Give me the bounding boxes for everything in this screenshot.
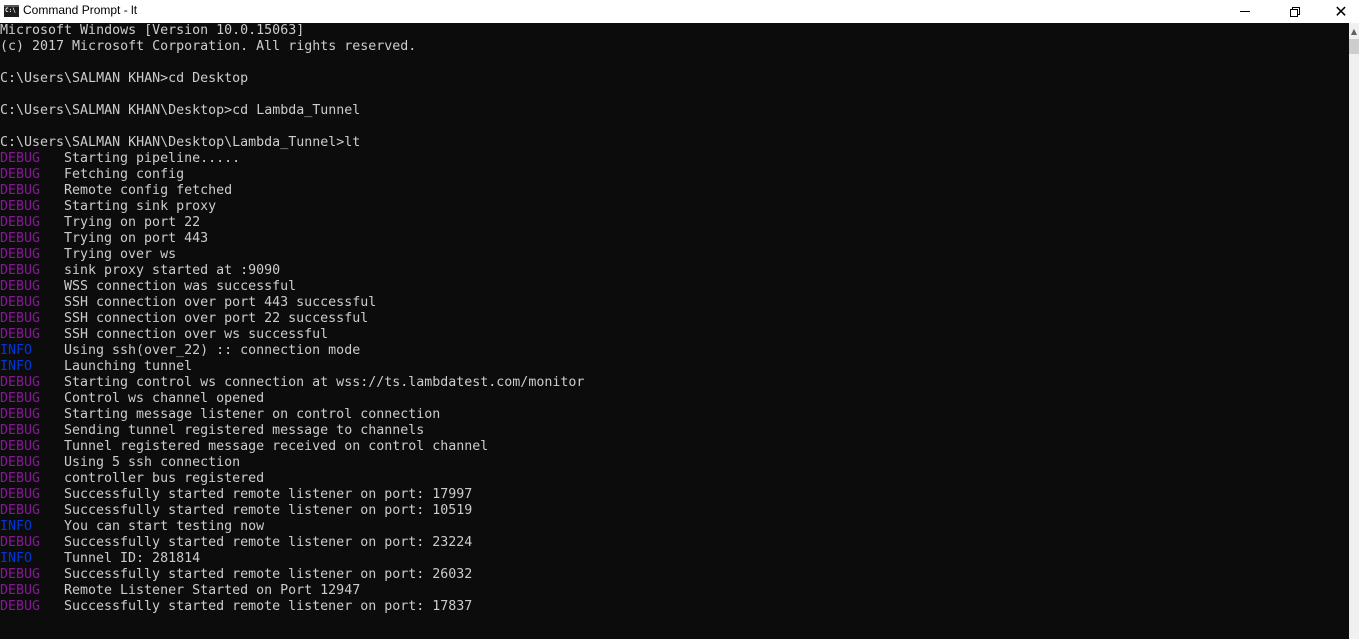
window-title: Command Prompt - lt — [23, 3, 138, 17]
console-output[interactable]: Microsoft Windows [Version 10.0.15063] (… — [0, 23, 1349, 639]
log-message: WSS connection was successful — [64, 279, 297, 294]
log-message: Trying on port 443 — [64, 231, 209, 246]
console-header-line: Microsoft Windows [Version 10.0.15063] — [0, 23, 305, 38]
log-message: Successfully started remote listener on … — [64, 567, 473, 582]
log-level-debug: DEBUG — [0, 375, 41, 390]
log-message: Sending tunnel registered message to cha… — [64, 423, 425, 438]
log-message: Tunnel ID: 281814 — [64, 551, 201, 566]
log-message: Remote config fetched — [64, 183, 233, 198]
log-level-debug: DEBUG — [0, 455, 41, 470]
close-icon: ✕ — [1334, 1, 1348, 21]
command-line: C:\Users\SALMAN KHAN>cd Desktop — [0, 71, 248, 87]
log-level-debug: DEBUG — [0, 231, 41, 246]
close-button[interactable]: ✕ — [1318, 0, 1359, 23]
log-message: Successfully started remote listener on … — [64, 503, 473, 518]
log-level-debug: DEBUG — [0, 503, 41, 518]
log-level-debug: DEBUG — [0, 327, 41, 342]
log-message: Starting control ws connection at wss://… — [64, 375, 585, 390]
vertical-scrollbar[interactable]: ▲ — [1349, 23, 1359, 639]
cmd-app-icon[interactable]: C:\ — [4, 5, 19, 17]
log-message: Starting sink proxy — [64, 199, 217, 214]
log-level-debug: DEBUG — [0, 471, 41, 486]
log-level-debug: DEBUG — [0, 167, 41, 182]
log-message: Starting pipeline..... — [64, 151, 241, 166]
log-message: Successfully started remote listener on … — [64, 535, 473, 550]
log-level-info: INFO — [0, 519, 33, 534]
scroll-thumb[interactable] — [1349, 39, 1359, 54]
log-message: Control ws channel opened — [64, 391, 265, 406]
log-level-debug: DEBUG — [0, 407, 41, 422]
log-level-info: INFO — [0, 359, 33, 374]
log-level-debug: DEBUG — [0, 583, 41, 598]
log-level-debug: DEBUG — [0, 535, 41, 550]
log-level-debug: DEBUG — [0, 391, 41, 406]
log-message: Using ssh(over_22) :: connection mode — [64, 343, 361, 358]
log-message: Trying on port 22 — [64, 215, 201, 230]
log-message: SSH connection over ws successful — [64, 327, 329, 342]
log-message: sink proxy started at :9090 — [64, 263, 281, 278]
console-header-line: (c) 2017 Microsoft Corporation. All righ… — [0, 39, 417, 54]
log-message: Tunnel registered message received on co… — [64, 439, 489, 454]
restore-button[interactable] — [1272, 0, 1318, 23]
prompt: C:\Users\SALMAN KHAN\Desktop\Lambda_Tunn… — [0, 135, 345, 150]
log-level-debug: DEBUG — [0, 183, 41, 198]
log-message: SSH connection over port 22 successful — [64, 311, 369, 326]
log-message: Successfully started remote listener on … — [64, 599, 473, 614]
log-message: Remote Listener Started on Port 12947 — [64, 583, 361, 598]
log-level-debug: DEBUG — [0, 311, 41, 326]
log-level-debug: DEBUG — [0, 439, 41, 454]
log-level-debug: DEBUG — [0, 215, 41, 230]
log-level-debug: DEBUG — [0, 247, 41, 262]
log-message: Successfully started remote listener on … — [64, 487, 473, 502]
command-prompt-window: C:\ Command Prompt - lt ✕ Microsoft Wind… — [0, 0, 1359, 639]
log-message: Using 5 ssh connection — [64, 455, 241, 470]
command-text: cd Desktop — [168, 71, 249, 86]
scroll-up-arrow-icon[interactable]: ▲ — [1349, 23, 1359, 39]
command-line: C:\Users\SALMAN KHAN\Desktop\Lambda_Tunn… — [0, 135, 360, 151]
restore-icon — [1290, 6, 1300, 17]
log-message: Fetching config — [64, 167, 185, 182]
log-level-debug: DEBUG — [0, 279, 41, 294]
log-level-debug: DEBUG — [0, 599, 41, 614]
log-message: Launching tunnel — [64, 359, 193, 374]
title-bar[interactable]: C:\ Command Prompt - lt ✕ — [0, 0, 1359, 23]
log-level-info: INFO — [0, 343, 33, 358]
command-line: C:\Users\SALMAN KHAN\Desktop>cd Lambda_T… — [0, 103, 360, 119]
log-level-debug: DEBUG — [0, 151, 41, 166]
log-level-info: INFO — [0, 551, 33, 566]
prompt: C:\Users\SALMAN KHAN> — [0, 71, 169, 86]
log-message: Starting message listener on control con… — [64, 407, 441, 422]
log-level-debug: DEBUG — [0, 423, 41, 438]
log-message: You can start testing now — [64, 519, 265, 534]
log-level-debug: DEBUG — [0, 199, 41, 214]
log-level-debug: DEBUG — [0, 263, 41, 278]
minimize-button[interactable] — [1222, 0, 1268, 23]
log-message: Trying over ws — [64, 247, 177, 262]
prompt: C:\Users\SALMAN KHAN\Desktop> — [0, 103, 233, 118]
log-message: controller bus registered — [64, 471, 265, 486]
log-level-debug: DEBUG — [0, 487, 41, 502]
log-level-debug: DEBUG — [0, 295, 41, 310]
minimize-icon — [1240, 11, 1250, 12]
command-text: cd Lambda_Tunnel — [232, 103, 361, 118]
log-level-debug: DEBUG — [0, 567, 41, 582]
log-message: SSH connection over port 443 successful — [64, 295, 377, 310]
command-text: lt — [344, 135, 361, 150]
